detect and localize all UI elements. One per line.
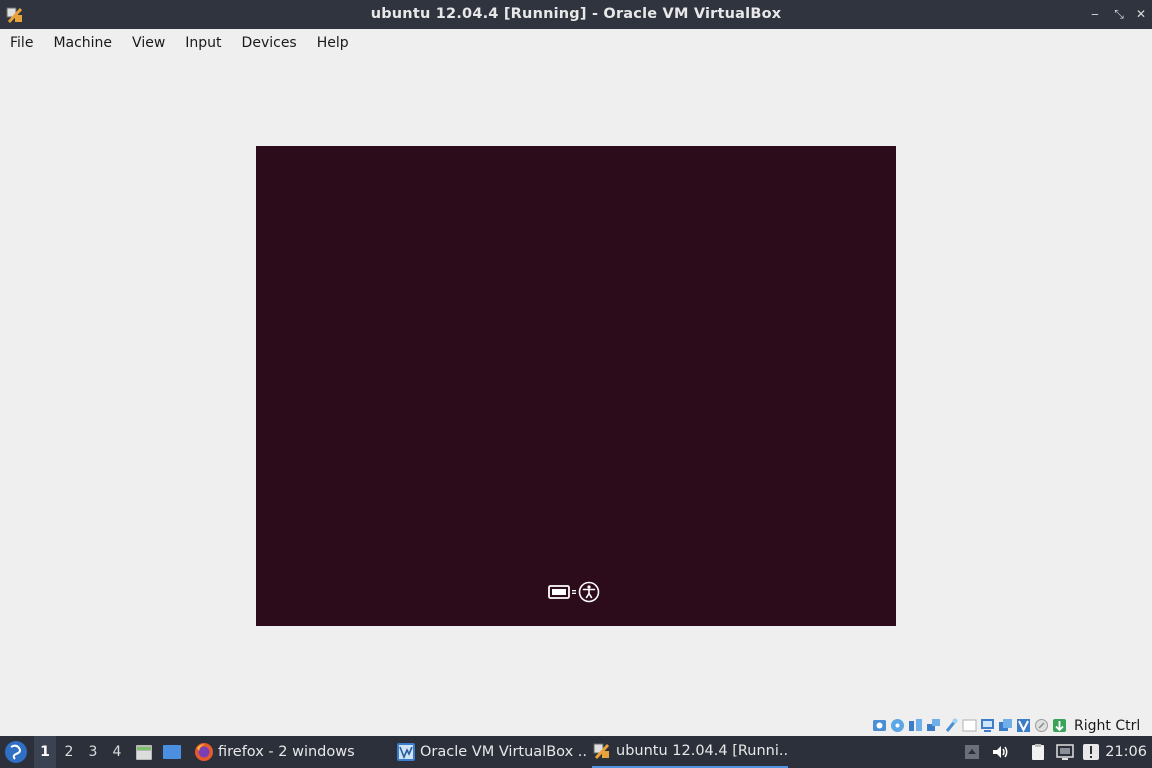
taskbar: 1 2 3 4 firefox - 2 windows Oracle VM Vi… — [0, 736, 1152, 768]
menu-machine[interactable]: Machine — [43, 29, 122, 57]
keyboard-capture-icon[interactable] — [1052, 718, 1067, 733]
task-virtualbox-manager[interactable]: Oracle VM VirtualBox ... — [396, 736, 586, 768]
menu-help[interactable]: Help — [307, 29, 359, 57]
optical-drive-icon[interactable] — [890, 718, 905, 733]
network-monitor-icon[interactable] — [1055, 742, 1075, 762]
desktop-4[interactable]: 4 — [106, 736, 128, 768]
vm-statusbar: Right Ctrl — [872, 715, 1140, 736]
hard-disk-icon[interactable] — [872, 718, 887, 733]
keyboard-icon — [548, 585, 570, 599]
video-capture-icon[interactable] — [998, 718, 1013, 733]
task-ubuntu-vm[interactable]: ubuntu 12.04.4 [Runni... — [592, 736, 788, 768]
shared-folders-icon[interactable] — [962, 718, 977, 733]
virtualbox-icon — [593, 743, 610, 760]
desktop-2[interactable]: 2 — [58, 736, 80, 768]
file-manager-icon[interactable] — [134, 742, 154, 762]
menu-devices[interactable]: Devices — [232, 29, 307, 57]
menu-file[interactable]: File — [0, 29, 43, 57]
usb-icon[interactable] — [944, 718, 959, 733]
clipboard-icon[interactable] — [1028, 742, 1048, 762]
minimize-icon[interactable]: ‒ — [1087, 6, 1103, 22]
menu-input[interactable]: Input — [175, 29, 231, 57]
virtualbox-manager-icon — [397, 743, 415, 761]
virtualization-icon[interactable] — [1016, 718, 1031, 733]
host-key-label: Right Ctrl — [1074, 717, 1141, 734]
display-icon[interactable] — [980, 718, 995, 733]
network-icon[interactable] — [926, 718, 941, 733]
window-title: ubuntu 12.04.4 [Running] - Oracle VM Vir… — [370, 6, 782, 22]
task-label: ubuntu 12.04.4 [Runni... — [616, 743, 788, 759]
start-menu-icon[interactable] — [4, 740, 28, 764]
task-label: firefox - 2 windows — [218, 744, 355, 760]
audio-icon[interactable] — [908, 718, 923, 733]
show-desktop-icon[interactable] — [162, 742, 182, 762]
desktop-1[interactable]: 1 — [34, 736, 56, 768]
close-icon[interactable]: ✕ — [1133, 6, 1149, 22]
vm-boot-indicators — [548, 581, 600, 603]
accessibility-icon — [578, 581, 600, 603]
task-label: Oracle VM VirtualBox ... — [420, 744, 586, 760]
update-notifier-icon[interactable] — [1081, 742, 1101, 762]
menubar: File Machine View Input Devices Help — [0, 29, 1152, 57]
clock[interactable]: 21:06 — [1105, 736, 1147, 768]
tray-up-arrow-icon[interactable] — [962, 742, 982, 762]
maximize-icon[interactable]: ⤡ — [1111, 6, 1127, 22]
menu-view[interactable]: View — [122, 29, 175, 57]
desktop-3[interactable]: 3 — [82, 736, 104, 768]
firefox-icon — [195, 743, 213, 761]
vm-display[interactable] — [256, 146, 896, 626]
mouse-integration-icon[interactable] — [1034, 718, 1049, 733]
volume-icon[interactable] — [990, 742, 1010, 762]
window-titlebar[interactable]: ubuntu 12.04.4 [Running] - Oracle VM Vir… — [0, 0, 1152, 29]
task-firefox[interactable]: firefox - 2 windows — [194, 736, 374, 768]
